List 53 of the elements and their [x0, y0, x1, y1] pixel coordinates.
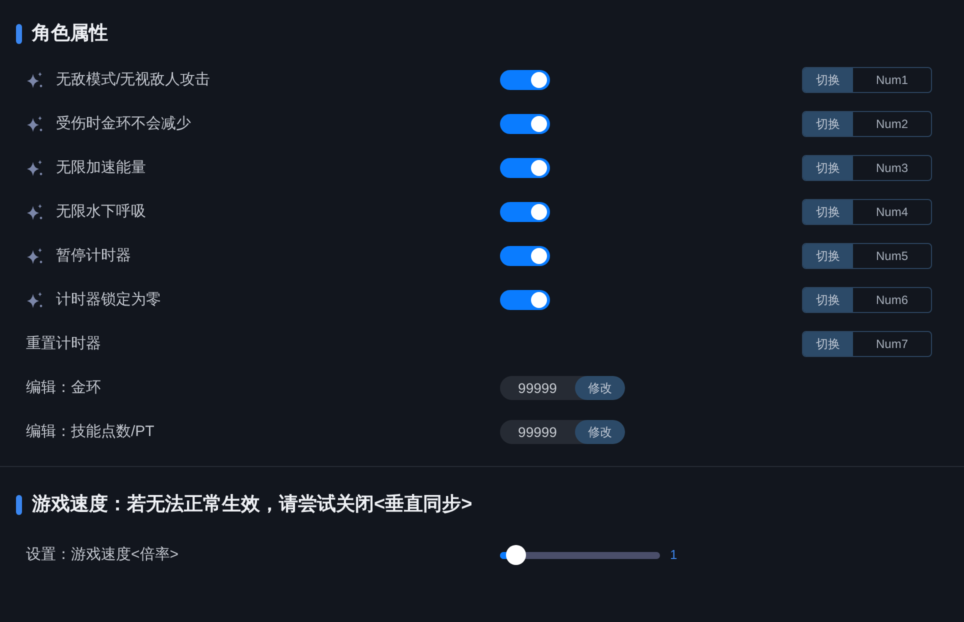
hotkey-control[interactable]: 切换 Num5: [802, 243, 932, 269]
slider-value: 1: [670, 546, 678, 564]
hotkey-action: 切换: [803, 288, 853, 312]
hotkey-key: Num5: [853, 244, 931, 268]
hotkey-control[interactable]: 切换 Num1: [802, 67, 932, 93]
toggle-switch[interactable]: [500, 158, 550, 178]
row-label: 暂停计时器: [56, 246, 131, 266]
section-accent-bar: [16, 24, 22, 44]
toggle-switch[interactable]: [500, 246, 550, 266]
row-label: 编辑：金环: [26, 379, 101, 396]
row-label: 无限加速能量: [56, 158, 146, 178]
sparkle-icon: [26, 71, 44, 89]
hotkey-key: Num2: [853, 112, 931, 136]
modify-button[interactable]: 修改: [575, 376, 625, 400]
hotkey-key: Num4: [853, 200, 931, 224]
hotkey-control[interactable]: 切换 Num4: [802, 199, 932, 225]
row-label: 无限水下呼吸: [56, 202, 146, 222]
hotkey-control[interactable]: 切换 Num7: [802, 331, 932, 357]
section-title: 角色属性: [32, 22, 108, 46]
hotkey-control[interactable]: 切换 Num2: [802, 111, 932, 137]
hotkey-action: 切换: [803, 200, 853, 224]
hotkey-key: Num6: [853, 288, 931, 312]
hotkey-control[interactable]: 切换 Num3: [802, 155, 932, 181]
hotkey-action: 切换: [803, 244, 853, 268]
number-input-field[interactable]: 99999 修改: [500, 420, 625, 444]
speed-slider[interactable]: [500, 545, 660, 565]
modify-button[interactable]: 修改: [575, 420, 625, 444]
hotkey-action: 切换: [803, 68, 853, 92]
sparkle-icon: [26, 203, 44, 221]
sparkle-icon: [26, 159, 44, 177]
sparkle-icon: [26, 115, 44, 133]
sparkle-icon: [26, 291, 44, 309]
row-label: 计时器锁定为零: [56, 290, 161, 310]
section-title: 游戏速度：若无法正常生效，请尝试关闭<垂直同步>: [32, 492, 472, 517]
hotkey-key: Num7: [853, 332, 931, 356]
hotkey-action: 切换: [803, 156, 853, 180]
section-accent-bar: [16, 495, 22, 515]
hotkey-key: Num1: [853, 68, 931, 92]
toggle-switch[interactable]: [500, 202, 550, 222]
hotkey-key: Num3: [853, 156, 931, 180]
hotkey-control[interactable]: 切换 Num6: [802, 287, 932, 313]
toggle-switch[interactable]: [500, 114, 550, 134]
row-label: 设置：游戏速度<倍率>: [26, 546, 179, 563]
toggle-switch[interactable]: [500, 70, 550, 90]
row-label: 重置计时器: [26, 335, 101, 352]
hotkey-action: 切换: [803, 332, 853, 356]
row-label: 编辑：技能点数/PT: [26, 423, 154, 440]
toggle-switch[interactable]: [500, 290, 550, 310]
row-label: 受伤时金环不会减少: [56, 114, 191, 134]
row-label: 无敌模式/无视敌人攻击: [56, 70, 210, 90]
hotkey-action: 切换: [803, 112, 853, 136]
sparkle-icon: [26, 247, 44, 265]
number-input-field[interactable]: 99999 修改: [500, 376, 625, 400]
